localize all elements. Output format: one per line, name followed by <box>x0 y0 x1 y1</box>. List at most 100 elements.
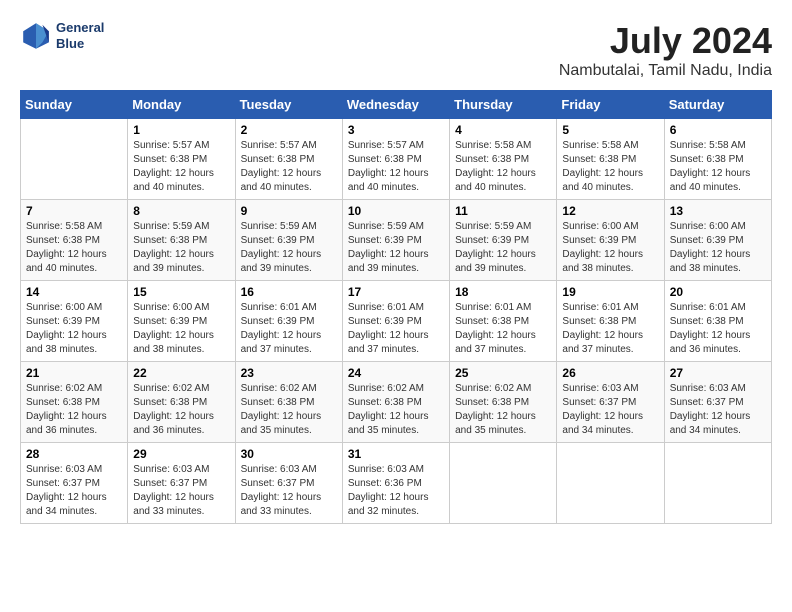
calendar-cell: 17 Sunrise: 6:01 AM Sunset: 6:39 PM Dayli… <box>342 281 449 362</box>
day-number: 6 <box>670 123 766 137</box>
day-number: 10 <box>348 204 444 218</box>
day-number: 15 <box>133 285 229 299</box>
calendar-cell <box>450 443 557 524</box>
day-info: Sunrise: 5:59 AM Sunset: 6:39 PM Dayligh… <box>241 220 337 276</box>
day-info: Sunrise: 5:59 AM Sunset: 6:39 PM Dayligh… <box>348 220 444 276</box>
day-number: 9 <box>241 204 337 218</box>
day-number: 18 <box>455 285 551 299</box>
calendar-cell: 22 Sunrise: 6:02 AM Sunset: 6:38 PM Dayli… <box>128 362 235 443</box>
day-info: Sunrise: 6:01 AM Sunset: 6:39 PM Dayligh… <box>241 301 337 357</box>
calendar-cell: 8 Sunrise: 5:59 AM Sunset: 6:38 PM Daylig… <box>128 200 235 281</box>
weekday-header-wednesday: Wednesday <box>342 91 449 119</box>
day-info: Sunrise: 6:02 AM Sunset: 6:38 PM Dayligh… <box>26 382 122 438</box>
day-info: Sunrise: 6:00 AM Sunset: 6:39 PM Dayligh… <box>562 220 658 276</box>
calendar-cell: 4 Sunrise: 5:58 AM Sunset: 6:38 PM Daylig… <box>450 119 557 200</box>
day-info: Sunrise: 5:57 AM Sunset: 6:38 PM Dayligh… <box>133 139 229 195</box>
day-info: Sunrise: 5:58 AM Sunset: 6:38 PM Dayligh… <box>26 220 122 276</box>
day-number: 26 <box>562 366 658 380</box>
calendar-cell: 16Sunrise: 6:01 AM Sunset: 6:39 PM Dayli… <box>235 281 342 362</box>
day-info: Sunrise: 6:02 AM Sunset: 6:38 PM Dayligh… <box>241 382 337 438</box>
calendar-cell: 7 Sunrise: 5:58 AM Sunset: 6:38 PM Daylig… <box>21 200 128 281</box>
day-number: 1 <box>133 123 229 137</box>
calendar-cell: 25 Sunrise: 6:02 AM Sunset: 6:38 PM Dayli… <box>450 362 557 443</box>
day-number: 13 <box>670 204 766 218</box>
day-number: 8 <box>133 204 229 218</box>
day-info: Sunrise: 5:57 AM Sunset: 6:38 PM Dayligh… <box>241 139 337 195</box>
day-info: Sunrise: 6:02 AM Sunset: 6:38 PM Dayligh… <box>348 382 444 438</box>
calendar-cell: 5 Sunrise: 5:58 AM Sunset: 6:38 PM Daylig… <box>557 119 664 200</box>
logo-line1: General <box>56 20 104 36</box>
calendar-cell: 27 Sunrise: 6:03 AM Sunset: 6:37 PM Dayli… <box>664 362 771 443</box>
day-number: 21 <box>26 366 122 380</box>
logo-icon <box>20 20 52 52</box>
day-info: Sunrise: 6:03 AM Sunset: 6:36 PM Dayligh… <box>348 463 444 519</box>
calendar-cell: 14Sunrise: 6:00 AM Sunset: 6:39 PM Dayli… <box>21 281 128 362</box>
day-info: Sunrise: 6:01 AM Sunset: 6:39 PM Dayligh… <box>348 301 444 357</box>
day-number: 30 <box>241 447 337 461</box>
day-info: Sunrise: 6:03 AM Sunset: 6:37 PM Dayligh… <box>133 463 229 519</box>
day-info: Sunrise: 5:58 AM Sunset: 6:38 PM Dayligh… <box>670 139 766 195</box>
calendar-cell: 21 Sunrise: 6:02 AM Sunset: 6:38 PM Dayli… <box>21 362 128 443</box>
day-info: Sunrise: 5:57 AM Sunset: 6:38 PM Dayligh… <box>348 139 444 195</box>
logo: General Blue <box>20 20 104 52</box>
day-number: 22 <box>133 366 229 380</box>
calendar-cell: 19Sunrise: 6:01 AM Sunset: 6:38 PM Dayli… <box>557 281 664 362</box>
day-info: Sunrise: 6:02 AM Sunset: 6:38 PM Dayligh… <box>455 382 551 438</box>
day-info: Sunrise: 6:00 AM Sunset: 6:39 PM Dayligh… <box>670 220 766 276</box>
calendar-week-2: 7 Sunrise: 5:58 AM Sunset: 6:38 PM Daylig… <box>21 200 772 281</box>
calendar-cell <box>557 443 664 524</box>
calendar-cell: 28Sunrise: 6:03 AM Sunset: 6:37 PM Dayli… <box>21 443 128 524</box>
logo-line2: Blue <box>56 36 104 52</box>
calendar-cell: 29 Sunrise: 6:03 AM Sunset: 6:37 PM Dayli… <box>128 443 235 524</box>
day-info: Sunrise: 5:58 AM Sunset: 6:38 PM Dayligh… <box>455 139 551 195</box>
day-number: 29 <box>133 447 229 461</box>
day-number: 17 <box>348 285 444 299</box>
location: Nambutalai, Tamil Nadu, India <box>559 62 772 80</box>
day-number: 25 <box>455 366 551 380</box>
calendar-cell <box>21 119 128 200</box>
weekday-header-thursday: Thursday <box>450 91 557 119</box>
day-number: 11 <box>455 204 551 218</box>
calendar-cell: 26 Sunrise: 6:03 AM Sunset: 6:37 PM Dayli… <box>557 362 664 443</box>
day-info: Sunrise: 6:01 AM Sunset: 6:38 PM Dayligh… <box>670 301 766 357</box>
calendar-cell: 11 Sunrise: 5:59 AM Sunset: 6:39 PM Dayli… <box>450 200 557 281</box>
weekday-header-tuesday: Tuesday <box>235 91 342 119</box>
calendar-week-4: 21 Sunrise: 6:02 AM Sunset: 6:38 PM Dayli… <box>21 362 772 443</box>
calendar-cell: 9 Sunrise: 5:59 AM Sunset: 6:39 PM Daylig… <box>235 200 342 281</box>
calendar-cell <box>664 443 771 524</box>
page-header: General Blue July 2024 Nambutalai, Tamil… <box>20 20 772 80</box>
calendar-cell: 3 Sunrise: 5:57 AM Sunset: 6:38 PM Daylig… <box>342 119 449 200</box>
day-number: 7 <box>26 204 122 218</box>
calendar-cell: 23Sunrise: 6:02 AM Sunset: 6:38 PM Dayli… <box>235 362 342 443</box>
day-number: 2 <box>241 123 337 137</box>
calendar-cell: 31Sunrise: 6:03 AM Sunset: 6:36 PM Dayli… <box>342 443 449 524</box>
day-info: Sunrise: 6:03 AM Sunset: 6:37 PM Dayligh… <box>670 382 766 438</box>
day-number: 24 <box>348 366 444 380</box>
day-info: Sunrise: 5:58 AM Sunset: 6:38 PM Dayligh… <box>562 139 658 195</box>
day-info: Sunrise: 6:02 AM Sunset: 6:38 PM Dayligh… <box>133 382 229 438</box>
weekday-header-friday: Friday <box>557 91 664 119</box>
day-number: 4 <box>455 123 551 137</box>
day-number: 5 <box>562 123 658 137</box>
day-number: 27 <box>670 366 766 380</box>
day-info: Sunrise: 6:00 AM Sunset: 6:39 PM Dayligh… <box>26 301 122 357</box>
calendar-cell: 6 Sunrise: 5:58 AM Sunset: 6:38 PM Daylig… <box>664 119 771 200</box>
day-number: 3 <box>348 123 444 137</box>
day-info: Sunrise: 6:03 AM Sunset: 6:37 PM Dayligh… <box>241 463 337 519</box>
day-info: Sunrise: 5:59 AM Sunset: 6:39 PM Dayligh… <box>455 220 551 276</box>
calendar-cell: 30 Sunrise: 6:03 AM Sunset: 6:37 PM Dayli… <box>235 443 342 524</box>
weekday-header-sunday: Sunday <box>21 91 128 119</box>
calendar-cell: 15Sunrise: 6:00 AM Sunset: 6:39 PM Dayli… <box>128 281 235 362</box>
logo-text: General Blue <box>56 20 104 51</box>
title-block: July 2024 Nambutalai, Tamil Nadu, India <box>559 20 772 80</box>
calendar-cell: 18Sunrise: 6:01 AM Sunset: 6:38 PM Dayli… <box>450 281 557 362</box>
calendar-table: SundayMondayTuesdayWednesdayThursdayFrid… <box>20 90 772 524</box>
calendar-week-3: 14Sunrise: 6:00 AM Sunset: 6:39 PM Dayli… <box>21 281 772 362</box>
weekday-header-monday: Monday <box>128 91 235 119</box>
day-number: 12 <box>562 204 658 218</box>
weekday-header-row: SundayMondayTuesdayWednesdayThursdayFrid… <box>21 91 772 119</box>
day-info: Sunrise: 6:03 AM Sunset: 6:37 PM Dayligh… <box>562 382 658 438</box>
calendar-cell: 1 Sunrise: 5:57 AM Sunset: 6:38 PM Daylig… <box>128 119 235 200</box>
day-info: Sunrise: 5:59 AM Sunset: 6:38 PM Dayligh… <box>133 220 229 276</box>
weekday-header-saturday: Saturday <box>664 91 771 119</box>
